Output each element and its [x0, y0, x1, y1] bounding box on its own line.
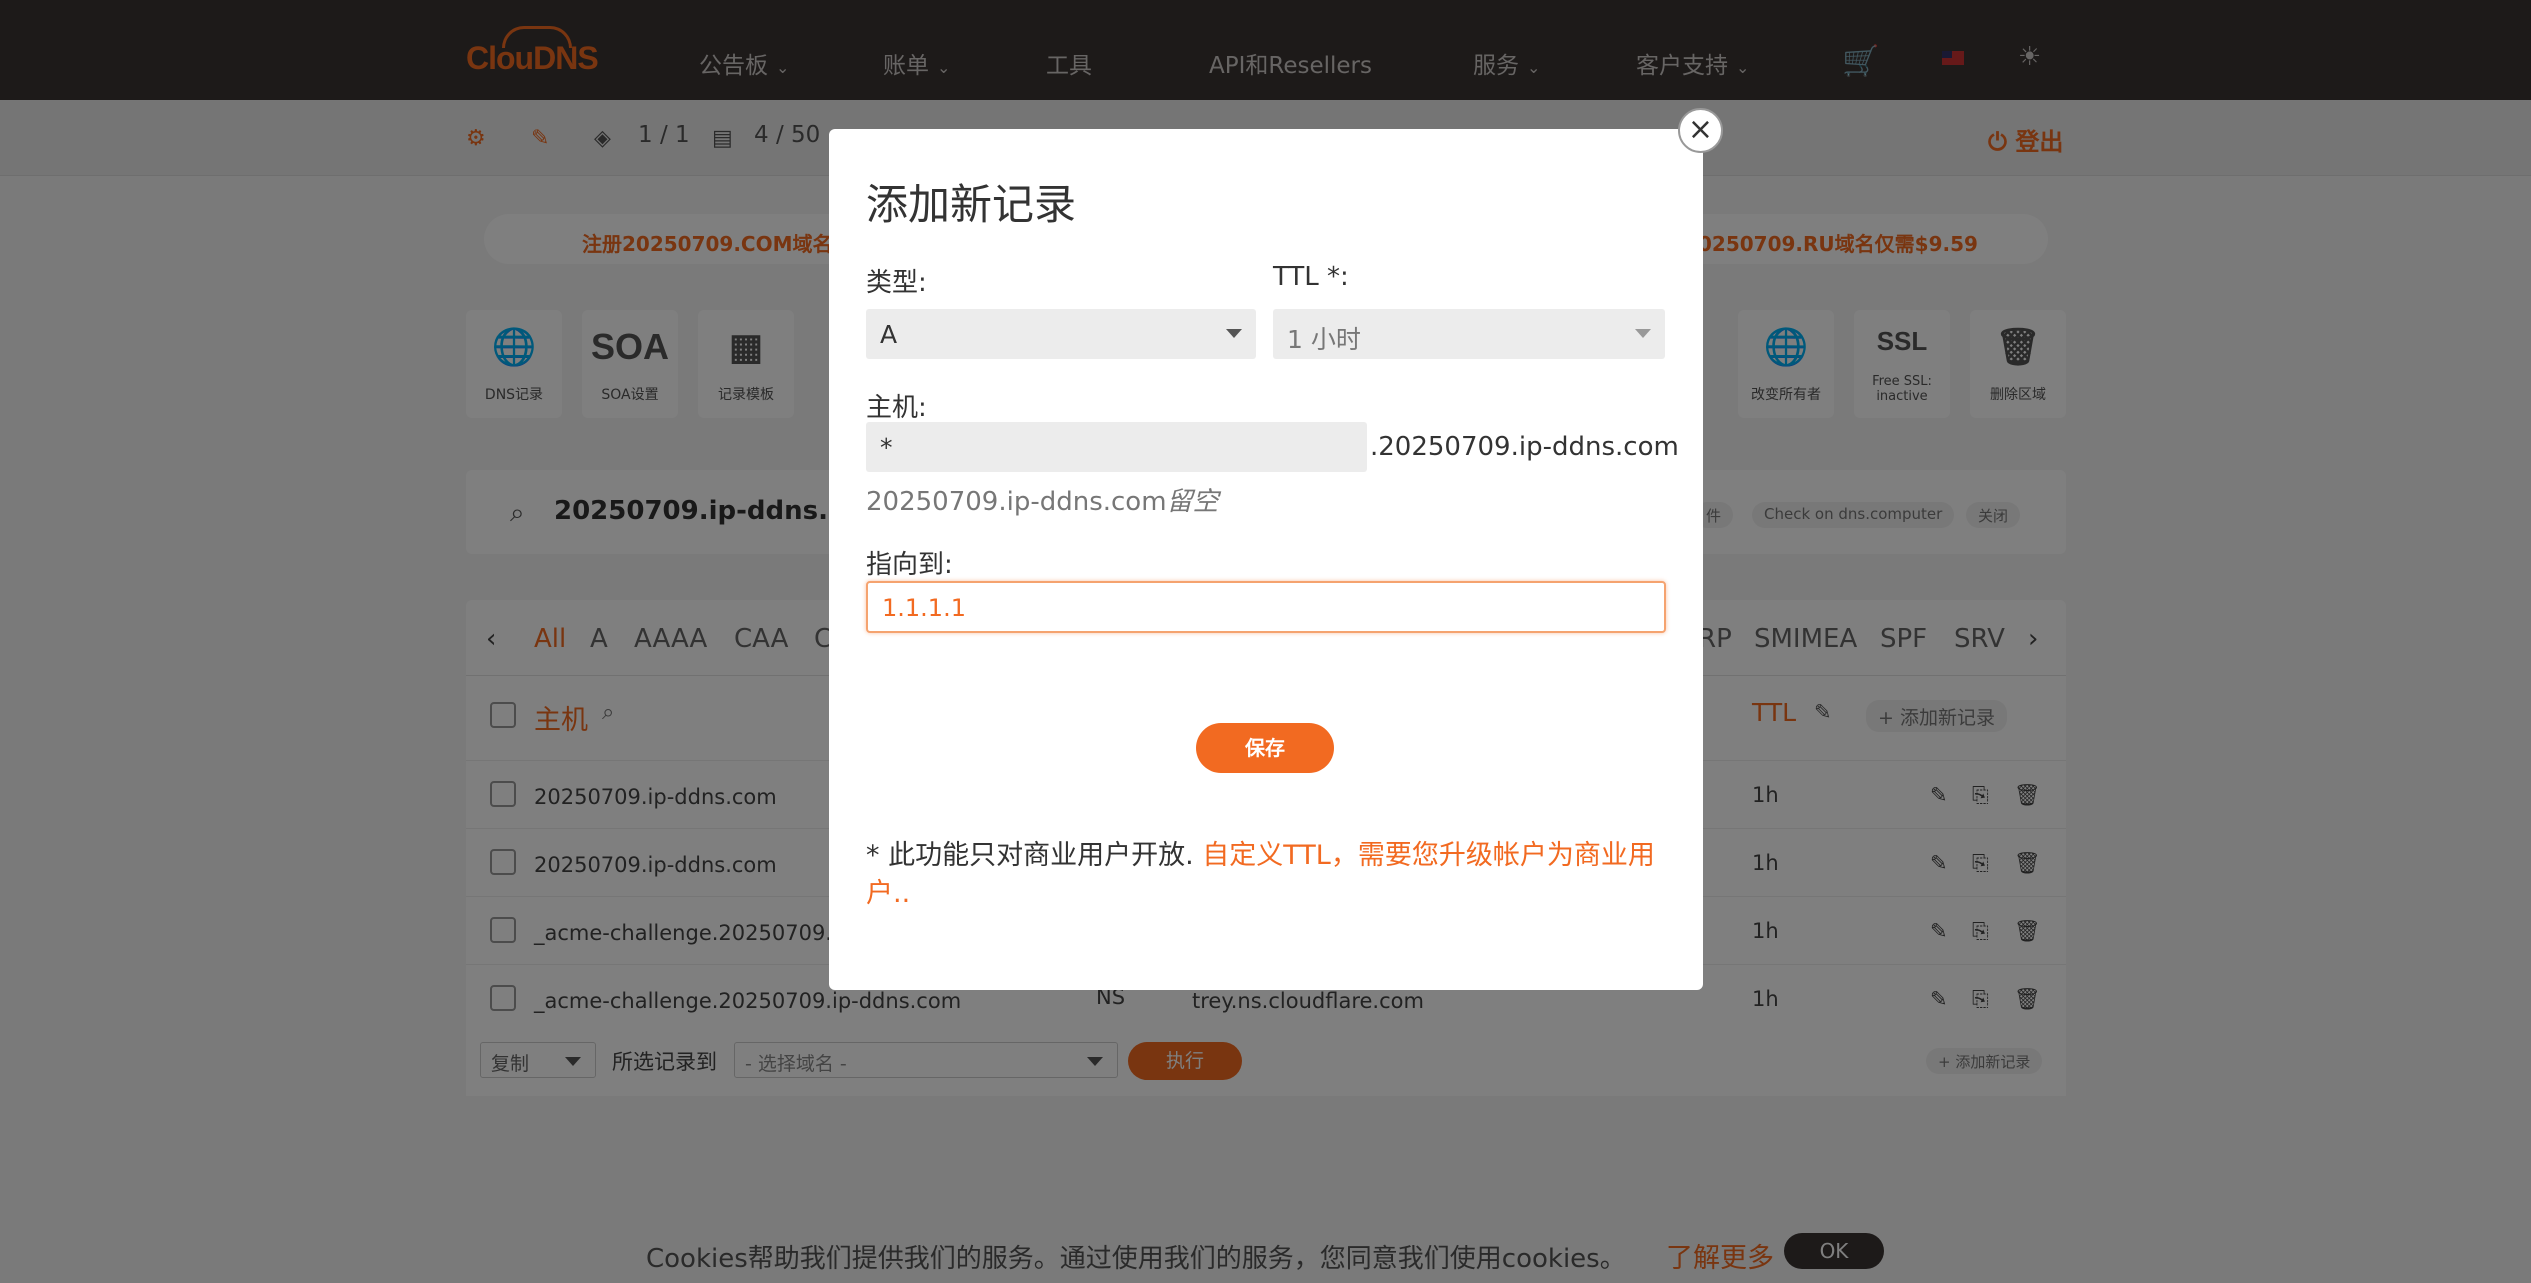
host-suffix: .20250709.ip-ddns.com [1370, 432, 1679, 462]
type-label: 类型: [866, 268, 927, 298]
record-type-select[interactable]: A [866, 309, 1256, 359]
note-prefix: * 此功能只对商业用户开放. [866, 840, 1194, 871]
hint-empty: 留空 [1166, 487, 1219, 517]
modal-title: 添加新记录 [866, 180, 1077, 229]
ttl-value: 1 小时 [1287, 325, 1361, 354]
business-note: * 此功能只对商业用户开放. 自定义TTL，需要您升级帐户为商业用户.. [866, 837, 1666, 913]
points-to-value: 1.1.1.1 [882, 594, 966, 622]
host-input-value: * [880, 433, 893, 462]
chevron-down-icon [1226, 329, 1242, 338]
chevron-down-icon [1635, 329, 1651, 338]
hint-domain: 20250709.ip-ddns.com [866, 487, 1167, 517]
close-icon[interactable]: × [1678, 108, 1723, 153]
points-to-input[interactable]: 1.1.1.1 [866, 581, 1666, 633]
points-to-label: 指向到: [866, 550, 953, 580]
host-hint: 20250709.ip-ddns.com留空 [866, 481, 1219, 518]
ttl-label: TTL *: [1273, 262, 1349, 292]
save-button[interactable]: 保存 [1196, 723, 1334, 773]
record-type-value: A [880, 320, 898, 349]
page: ClouDNS 公告板⌄ 账单⌄ 工具 API和Resellers 服务⌄ 客户… [0, 0, 2531, 1283]
ttl-select: 1 小时 [1273, 309, 1665, 359]
add-record-modal: 添加新记录 类型: A TTL *: 1 小时 主机: * .20250709.… [829, 129, 1703, 990]
host-label: 主机: [866, 393, 927, 423]
host-input[interactable]: * [866, 422, 1367, 472]
